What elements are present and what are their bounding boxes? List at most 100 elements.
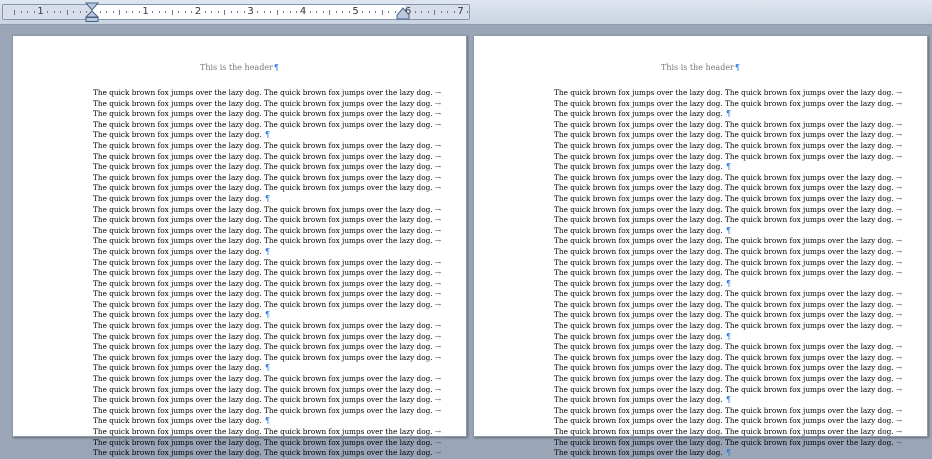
tab-arrow-mark: →: [895, 416, 903, 426]
sentence: The quick brown fox jumps over the lazy …: [724, 427, 894, 436]
sentence: The quick brown fox jumps over the lazy …: [93, 225, 262, 235]
text-line[interactable]: The quick brown fox jumps over the lazy …: [93, 279, 441, 290]
text-line[interactable]: The quick brown fox jumps over the lazy …: [93, 215, 441, 226]
tab-arrow-mark: →: [895, 321, 903, 331]
tab-arrow-mark: →: [895, 130, 903, 140]
text-line[interactable]: The quick brown fox jumps over the lazy …: [554, 448, 884, 459]
text-line[interactable]: The quick brown fox jumps over the lazy …: [554, 385, 902, 396]
text-line[interactable]: The quick brown fox jumps over the lazy …: [93, 427, 441, 438]
page-body[interactable]: The quick brown fox jumps over the lazy …: [93, 88, 441, 459]
text-line[interactable]: The quick brown fox jumps over the lazy …: [554, 152, 902, 163]
text-line[interactable]: The quick brown fox jumps over the lazy …: [554, 130, 902, 141]
ruler-tick: [152, 11, 154, 13]
sentence: The quick brown fox jumps over the lazy …: [93, 310, 262, 320]
sentence: The quick brown fox jumps over the lazy …: [554, 215, 723, 225]
page-2[interactable]: This is the header¶ The quick brown fox …: [473, 35, 928, 457]
text-line[interactable]: The quick brown fox jumps over the lazy …: [93, 363, 423, 374]
page-body[interactable]: The quick brown fox jumps over the lazy …: [554, 88, 902, 459]
text-line[interactable]: The quick brown fox jumps over the lazy …: [554, 99, 902, 110]
text-line[interactable]: The quick brown fox jumps over the lazy …: [554, 205, 902, 216]
text-line[interactable]: The quick brown fox jumps over the lazy …: [93, 183, 441, 194]
text-line[interactable]: The quick brown fox jumps over the lazy …: [93, 173, 441, 184]
text-line[interactable]: The quick brown fox jumps over the lazy …: [554, 88, 902, 99]
text-line[interactable]: The quick brown fox jumps over the lazy …: [554, 289, 902, 300]
text-line[interactable]: The quick brown fox jumps over the lazy …: [93, 310, 423, 321]
sentence: The quick brown fox jumps over the lazy …: [724, 374, 894, 384]
text-line[interactable]: The quick brown fox jumps over the lazy …: [93, 321, 441, 332]
page-header[interactable]: This is the header¶: [474, 63, 927, 72]
paragraph-mark: ¶: [725, 109, 732, 119]
tab-arrow-mark: →: [895, 98, 903, 108]
text-line[interactable]: The quick brown fox jumps over the lazy …: [554, 194, 902, 205]
sentence: The quick brown fox jumps over the lazy …: [263, 268, 433, 278]
sentence: The quick brown fox jumps over the lazy …: [554, 130, 723, 140]
text-line[interactable]: The quick brown fox jumps over the lazy …: [554, 268, 902, 279]
text-line[interactable]: The quick brown fox jumps over the lazy …: [554, 300, 902, 311]
text-line[interactable]: The quick brown fox jumps over the lazy …: [554, 258, 902, 269]
text-line[interactable]: The quick brown fox jumps over the lazy …: [93, 205, 441, 216]
tab-arrow-mark: →: [434, 109, 442, 119]
text-line[interactable]: The quick brown fox jumps over the lazy …: [554, 395, 884, 406]
text-line[interactable]: The quick brown fox jumps over the lazy …: [93, 130, 423, 141]
text-line[interactable]: The quick brown fox jumps over the lazy …: [93, 268, 441, 279]
tab-arrow-mark: →: [895, 405, 903, 415]
text-line[interactable]: The quick brown fox jumps over the lazy …: [93, 109, 441, 120]
text-line[interactable]: The quick brown fox jumps over the lazy …: [93, 120, 441, 131]
text-line[interactable]: The quick brown fox jumps over the lazy …: [93, 99, 441, 110]
text-line[interactable]: The quick brown fox jumps over the lazy …: [554, 374, 902, 385]
text-line[interactable]: The quick brown fox jumps over the lazy …: [554, 342, 902, 353]
text-line[interactable]: The quick brown fox jumps over the lazy …: [554, 427, 902, 438]
text-line[interactable]: The quick brown fox jumps over the lazy …: [93, 416, 423, 427]
text-line[interactable]: The quick brown fox jumps over the lazy …: [93, 194, 423, 205]
left-indent-marker[interactable]: [85, 2, 99, 22]
page-header[interactable]: This is the header¶: [13, 63, 466, 72]
text-line[interactable]: The quick brown fox jumps over the lazy …: [554, 183, 902, 194]
text-line[interactable]: The quick brown fox jumps over the lazy …: [554, 173, 902, 184]
text-line[interactable]: The quick brown fox jumps over the lazy …: [93, 406, 441, 417]
sentence: The quick brown fox jumps over the lazy …: [554, 278, 723, 288]
text-line[interactable]: The quick brown fox jumps over the lazy …: [554, 226, 884, 237]
text-line[interactable]: The quick brown fox jumps over the lazy …: [93, 395, 441, 406]
page-1[interactable]: This is the header¶ The quick brown fox …: [12, 35, 467, 457]
text-line[interactable]: The quick brown fox jumps over the lazy …: [554, 438, 902, 449]
text-line[interactable]: The quick brown fox jumps over the lazy …: [554, 109, 884, 120]
text-line[interactable]: The quick brown fox jumps over the lazy …: [93, 342, 441, 353]
text-line[interactable]: The quick brown fox jumps over the lazy …: [554, 120, 902, 131]
text-line[interactable]: The quick brown fox jumps over the lazy …: [93, 152, 441, 163]
text-line[interactable]: The quick brown fox jumps over the lazy …: [554, 310, 902, 321]
text-line[interactable]: The quick brown fox jumps over the lazy …: [93, 258, 441, 269]
text-line[interactable]: The quick brown fox jumps over the lazy …: [93, 438, 441, 449]
sentence: The quick brown fox jumps over the lazy …: [263, 151, 433, 161]
text-line[interactable]: The quick brown fox jumps over the lazy …: [554, 279, 884, 290]
tab-arrow-mark: →: [895, 363, 903, 373]
text-line[interactable]: The quick brown fox jumps over the lazy …: [93, 300, 441, 311]
text-line[interactable]: The quick brown fox jumps over the lazy …: [554, 353, 902, 364]
text-line[interactable]: The quick brown fox jumps over the lazy …: [554, 215, 902, 226]
text-line[interactable]: The quick brown fox jumps over the lazy …: [554, 332, 884, 343]
text-line[interactable]: The quick brown fox jumps over the lazy …: [93, 88, 441, 99]
text-line[interactable]: The quick brown fox jumps over the lazy …: [554, 363, 902, 374]
text-line[interactable]: The quick brown fox jumps over the lazy …: [93, 332, 441, 343]
text-line[interactable]: The quick brown fox jumps over the lazy …: [93, 448, 441, 459]
right-indent-marker[interactable]: [396, 6, 410, 20]
text-line[interactable]: The quick brown fox jumps over the lazy …: [93, 385, 441, 396]
text-line[interactable]: The quick brown fox jumps over the lazy …: [554, 141, 902, 152]
text-line[interactable]: The quick brown fox jumps over the lazy …: [93, 141, 441, 152]
text-line[interactable]: The quick brown fox jumps over the lazy …: [93, 247, 423, 258]
text-line[interactable]: The quick brown fox jumps over the lazy …: [93, 162, 441, 173]
text-line[interactable]: The quick brown fox jumps over the lazy …: [554, 236, 902, 247]
document-workspace[interactable]: This is the header¶ The quick brown fox …: [0, 25, 932, 457]
tab-arrow-mark: →: [434, 183, 442, 193]
text-line[interactable]: The quick brown fox jumps over the lazy …: [554, 406, 902, 417]
text-line[interactable]: The quick brown fox jumps over the lazy …: [93, 236, 441, 247]
text-line[interactable]: The quick brown fox jumps over the lazy …: [554, 416, 902, 427]
text-line[interactable]: The quick brown fox jumps over the lazy …: [554, 247, 902, 258]
text-line[interactable]: The quick brown fox jumps over the lazy …: [93, 374, 441, 385]
text-line[interactable]: The quick brown fox jumps over the lazy …: [93, 353, 441, 364]
tab-arrow-mark: →: [895, 427, 903, 436]
text-line[interactable]: The quick brown fox jumps over the lazy …: [93, 289, 441, 300]
text-line[interactable]: The quick brown fox jumps over the lazy …: [93, 225, 441, 237]
text-line[interactable]: The quick brown fox jumps over the lazy …: [554, 162, 884, 173]
text-line[interactable]: The quick brown fox jumps over the lazy …: [554, 321, 902, 332]
ruler-tick: [112, 11, 114, 13]
